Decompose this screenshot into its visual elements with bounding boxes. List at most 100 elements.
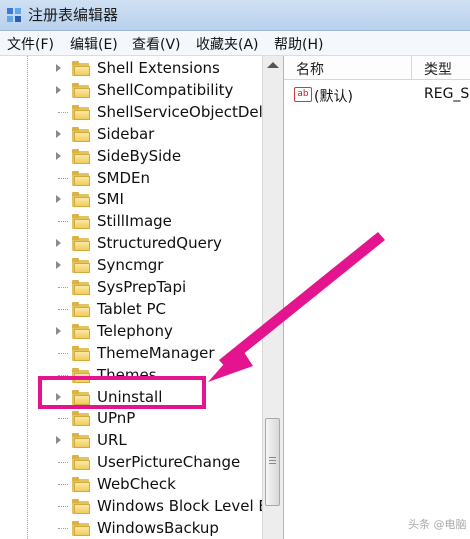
folder-icon: [72, 520, 90, 536]
folder-icon: [72, 126, 90, 142]
tree-item[interactable]: StillImage: [0, 211, 262, 232]
value-type: REG_S: [424, 86, 470, 102]
tree-item[interactable]: Windows Block Level Ba: [0, 496, 278, 517]
tree-item-label: ThemeManager: [97, 343, 215, 362]
tree-item[interactable]: StructuredQuery: [0, 233, 262, 254]
thumb-grip: [269, 460, 276, 461]
menu-edit[interactable]: 编辑(E): [70, 34, 118, 54]
menu-favorites[interactable]: 收藏夹(A): [196, 34, 259, 54]
value-name: (默认): [314, 89, 353, 105]
tree-connector-line: [58, 111, 68, 114]
tree-item-label: ShellCompatibility: [97, 80, 234, 99]
folder-icon: [72, 433, 90, 449]
tree-item-label: SMI: [97, 190, 124, 209]
folder-icon: [72, 301, 90, 317]
folder-icon: [72, 411, 90, 427]
tree-item[interactable]: SysPrepTapi: [0, 277, 262, 298]
title-bar: 注册表编辑器: [0, 0, 470, 31]
column-header-type[interactable]: 类型: [412, 56, 470, 80]
tree-connector-line: [58, 506, 68, 508]
tree-item[interactable]: Shell Extensions: [0, 58, 262, 79]
folder-icon: [72, 148, 90, 164]
expand-arrow-icon[interactable]: [56, 151, 61, 160]
tree-item[interactable]: Tablet PC: [0, 299, 262, 320]
menu-file[interactable]: 文件(F): [7, 34, 54, 54]
tree-item-label: Syncmgr: [97, 256, 164, 275]
tree-item[interactable]: Syncmgr: [0, 255, 262, 276]
tree-item-label: SideBySide: [97, 146, 182, 165]
regedit-app-icon: [7, 8, 21, 22]
tree-item-label: StructuredQuery: [97, 234, 222, 253]
tree-item-label: SysPrepTapi: [97, 278, 187, 296]
column-header-name[interactable]: 名称: [284, 56, 412, 80]
tree-connector-line: [58, 418, 68, 420]
tree-connector-line: [58, 177, 68, 180]
tree-item[interactable]: ShellCompatibility: [0, 80, 262, 101]
tree-connector-line: [58, 308, 68, 311]
string-value-icon: ab: [294, 87, 312, 102]
tree-connector-line: [58, 287, 68, 289]
tree-item[interactable]: SMDEn: [0, 168, 262, 189]
expand-arrow-icon[interactable]: [56, 85, 61, 94]
tree-item-label: Shell Extensions: [97, 59, 220, 77]
tree-item-label: Windows Block Level Ba: [97, 497, 278, 515]
tree-item-label: UserPictureChange: [97, 453, 241, 472]
tree-item[interactable]: Sidebar: [0, 124, 262, 145]
tree-connector-line: [58, 462, 68, 464]
scroll-thumb[interactable]: [265, 418, 280, 506]
tree-item[interactable]: ThemeManager: [0, 343, 262, 364]
expand-arrow-icon[interactable]: [56, 239, 61, 248]
thumb-grip: [269, 463, 276, 464]
watermark: 头条 @电脑: [408, 518, 467, 531]
tree-item[interactable]: WebCheck: [0, 474, 262, 495]
tree-item-label: SMDEn: [97, 168, 150, 187]
folder-icon: [72, 455, 90, 471]
menu-help[interactable]: 帮助(H): [274, 34, 323, 54]
tree-item-label: URL: [97, 431, 127, 450]
folder-icon: [72, 323, 90, 339]
tree-connector-line: [58, 352, 68, 355]
folder-icon: [72, 82, 90, 98]
tree-item-label: WebCheck: [97, 475, 176, 494]
folder-icon: [72, 61, 90, 76]
menu-view[interactable]: 查看(V): [132, 34, 181, 54]
expand-arrow-icon[interactable]: [56, 64, 61, 72]
folder-icon: [72, 170, 90, 186]
tree-connector-line: [58, 527, 68, 530]
menu-bar: 文件(F) 编辑(E) 查看(V) 收藏夹(A) 帮助(H): [0, 31, 470, 56]
expand-arrow-icon[interactable]: [56, 436, 61, 445]
tree-item[interactable]: ShellServiceObjectDela: [0, 102, 272, 123]
tree-connector-line: [58, 484, 68, 486]
tree-item[interactable]: Telephony: [0, 321, 262, 342]
expand-arrow-icon[interactable]: [56, 129, 61, 138]
tree-item[interactable]: SMI: [0, 189, 262, 210]
expand-arrow-icon[interactable]: [56, 261, 61, 270]
folder-icon: [72, 345, 90, 361]
folder-icon: [72, 280, 90, 295]
registry-key-tree[interactable]: Shell Extensions ShellCompatibility ShellS…: [0, 56, 284, 539]
tree-item[interactable]: UPnP: [0, 408, 262, 429]
tree-item[interactable]: URL: [0, 430, 262, 451]
tree-item-label: WindowsBackup: [97, 518, 219, 537]
folder-icon: [72, 477, 90, 493]
expand-arrow-icon[interactable]: [56, 326, 61, 335]
value-row-default[interactable]: ab (默认) REG_S: [284, 84, 470, 106]
scroll-up-arrow-icon[interactable]: [267, 62, 279, 68]
tree-item-label: ShellServiceObjectDela: [97, 102, 273, 121]
folder-icon: [72, 214, 90, 230]
window-title: 注册表编辑器: [28, 6, 119, 24]
tree-item[interactable]: SideBySide: [0, 146, 262, 167]
folder-icon: [72, 236, 90, 252]
values-pane[interactable]: 名称 类型 ab (默认) REG_S: [284, 56, 470, 539]
folder-icon: [72, 192, 90, 208]
folder-icon: [72, 499, 90, 514]
tree-item-label: StillImage: [97, 212, 172, 231]
tree-connector-line: [58, 221, 68, 223]
tree-item[interactable]: UserPictureChange: [0, 452, 262, 473]
tree-item-label: Tablet PC: [97, 299, 166, 318]
column-header-type-label: 类型: [424, 62, 452, 78]
expand-arrow-icon[interactable]: [56, 195, 61, 204]
tree-vertical-scrollbar[interactable]: [262, 56, 283, 539]
tree-item-label: Telephony: [97, 321, 173, 340]
tree-item[interactable]: WindowsBackup: [0, 518, 262, 539]
